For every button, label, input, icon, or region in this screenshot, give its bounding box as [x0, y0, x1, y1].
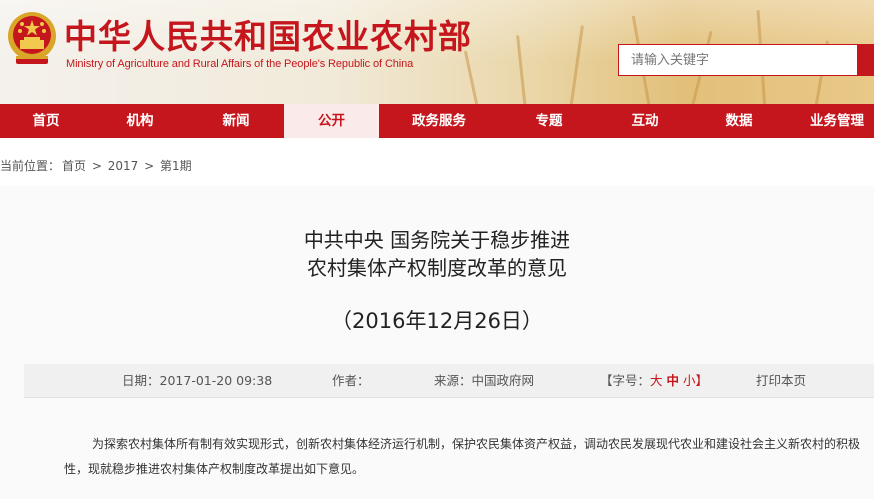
breadcrumb-year[interactable]: 2017	[108, 159, 139, 173]
site-title-cn: 中华人民共和国农业农村部	[64, 17, 472, 56]
breadcrumb-home[interactable]: 首页	[62, 159, 86, 173]
font-size-label: 【字号：	[600, 373, 651, 388]
nav-item-business[interactable]: 业务管理	[787, 104, 874, 138]
nav-item-institutions[interactable]: 机构	[92, 104, 188, 138]
article-date-line: （2016年12月26日）	[331, 309, 543, 333]
search-input[interactable]	[619, 45, 849, 75]
nav-item-public[interactable]: 公开	[284, 104, 379, 138]
nav-item-data[interactable]: 数据	[691, 104, 787, 138]
nav-item-news[interactable]: 新闻	[188, 104, 284, 138]
meta-source: 来源：中国政府网	[434, 364, 534, 398]
national-emblem-icon	[8, 12, 56, 64]
nav-item-interaction[interactable]: 互动	[599, 104, 691, 138]
site-header: 中华人民共和国农业农村部 Ministry of Agriculture and…	[0, 0, 874, 104]
article-paragraph: 为探索农村集体所有制有效实现形式，创新农村集体经济运行机制，保护农民集体资产权益…	[64, 437, 861, 476]
article-title-line2: 农村集体产权制度改革的意见	[307, 256, 567, 280]
main-nav: 首页 机构 新闻 公开 政务服务 专题 互动 数据 业务管理	[0, 104, 874, 138]
search-box	[618, 44, 858, 76]
meta-source-value: 中国政府网	[471, 373, 535, 388]
font-size-control: 【字号：大 中 小】	[600, 364, 708, 398]
meta-date-value: 2017-01-20 09:38	[159, 373, 273, 388]
font-size-small[interactable]: 小】	[683, 373, 708, 388]
breadcrumb: 当前位置： 首页 > 2017 > 第1期	[0, 157, 194, 174]
breadcrumb-separator: >	[144, 159, 155, 173]
meta-source-label: 来源：	[434, 373, 472, 388]
font-size-medium[interactable]: 中	[667, 373, 680, 388]
meta-date-label: 日期：	[122, 373, 160, 388]
breadcrumb-separator: >	[91, 159, 102, 173]
font-size-large[interactable]: 大	[650, 373, 663, 388]
article-title-line1: 中共中央 国务院关于稳步推进	[303, 228, 571, 252]
nav-item-services[interactable]: 政务服务	[379, 104, 499, 138]
search-button[interactable]	[858, 44, 874, 76]
article-meta-bar: 日期：2017-01-20 09:38 作者： 来源：中国政府网 【字号：大 中…	[24, 364, 874, 398]
breadcrumb-issue[interactable]: 第1期	[160, 159, 192, 173]
meta-author-label: 作者：	[332, 373, 370, 388]
meta-date: 日期：2017-01-20 09:38	[122, 364, 272, 398]
nav-item-topics[interactable]: 专题	[499, 104, 599, 138]
breadcrumb-label: 当前位置：	[0, 159, 61, 173]
site-title-en: Ministry of Agriculture and Rural Affair…	[66, 58, 414, 70]
print-page-link[interactable]: 打印本页	[756, 364, 806, 398]
nav-item-home[interactable]: 首页	[0, 104, 92, 138]
